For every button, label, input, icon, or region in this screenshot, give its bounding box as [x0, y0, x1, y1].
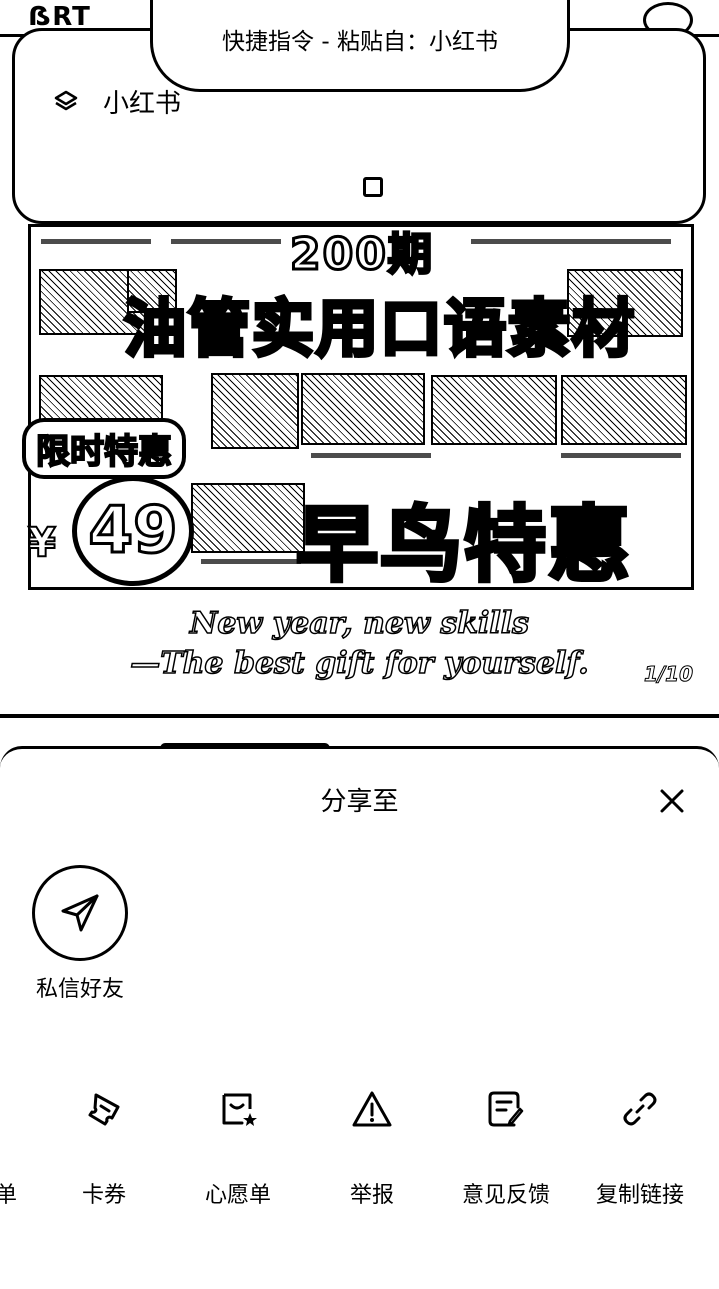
action-feedback[interactable]: 意见反馈	[436, 1085, 576, 1209]
share-actions: 单 卡券 心愿单 举报 意见反馈 复制链接	[0, 1085, 719, 1225]
caption-line	[561, 453, 681, 458]
action-wishlist[interactable]: 心愿单	[168, 1085, 308, 1209]
caption-line	[571, 239, 671, 244]
sheet-handle[interactable]	[160, 743, 330, 754]
contact-avatar	[32, 865, 128, 961]
tagline-line-2: —The best gift for yourself.	[130, 645, 590, 682]
thumbnail	[301, 373, 425, 445]
thumbnail	[211, 373, 299, 449]
caption-line	[171, 239, 281, 244]
caption-line	[201, 559, 301, 564]
share-sheet: 分享至 私信好友 单 卡券 心愿单 举报 意见反馈 复制链接	[0, 743, 719, 1289]
early-bird-text: 早鸟特惠	[294, 496, 633, 595]
paste-notice-title: 快捷指令 - 粘贴自：小红书	[222, 29, 498, 55]
divider	[0, 714, 719, 718]
send-icon	[61, 894, 99, 932]
warning-icon	[348, 1085, 396, 1133]
action-copy-link[interactable]: 复制链接	[570, 1085, 710, 1209]
tagline-line-1: New year, new skills	[189, 605, 530, 642]
feedback-icon	[482, 1085, 530, 1133]
episode-count: 200期	[289, 228, 434, 282]
action-label: 卡券	[81, 1183, 126, 1208]
caption-line	[41, 239, 151, 244]
sheet-title: 分享至	[320, 787, 399, 817]
action-coupon[interactable]: 卡券	[34, 1085, 174, 1209]
price-badge: 49	[72, 476, 194, 586]
action-label: 举报	[349, 1183, 394, 1208]
thumbnail	[561, 375, 687, 445]
limited-offer-badge: 限时特惠	[22, 418, 186, 479]
stop-icon[interactable]	[363, 177, 383, 197]
thumbnail	[191, 483, 305, 553]
caption-line	[311, 453, 431, 458]
page-indicator: 1/10	[643, 662, 693, 687]
currency-symbol: ¥	[27, 519, 57, 567]
hero-headline: 油管实用口语素材	[122, 290, 637, 367]
wishlist-icon	[214, 1085, 262, 1133]
shortcuts-icon	[53, 89, 79, 115]
close-button[interactable]	[652, 781, 692, 821]
caption-line	[471, 239, 571, 244]
action-label: 意见反馈	[461, 1183, 550, 1208]
dynamic-island-pill: 快捷指令 - 粘贴自：小红书	[150, 0, 570, 92]
action-label: 心愿单	[204, 1183, 271, 1208]
ticket-icon	[80, 1085, 128, 1133]
contact-label: 私信好友	[35, 977, 124, 1002]
link-icon	[616, 1085, 664, 1133]
list-icon	[0, 1085, 30, 1133]
close-icon	[660, 789, 684, 813]
source-app-name: 小红书	[103, 89, 182, 119]
message-friend-button[interactable]: 私信好友	[28, 865, 132, 1003]
thumbnail	[431, 375, 557, 445]
action-label: 复制链接	[595, 1183, 684, 1208]
action-report[interactable]: 举报	[302, 1085, 442, 1209]
